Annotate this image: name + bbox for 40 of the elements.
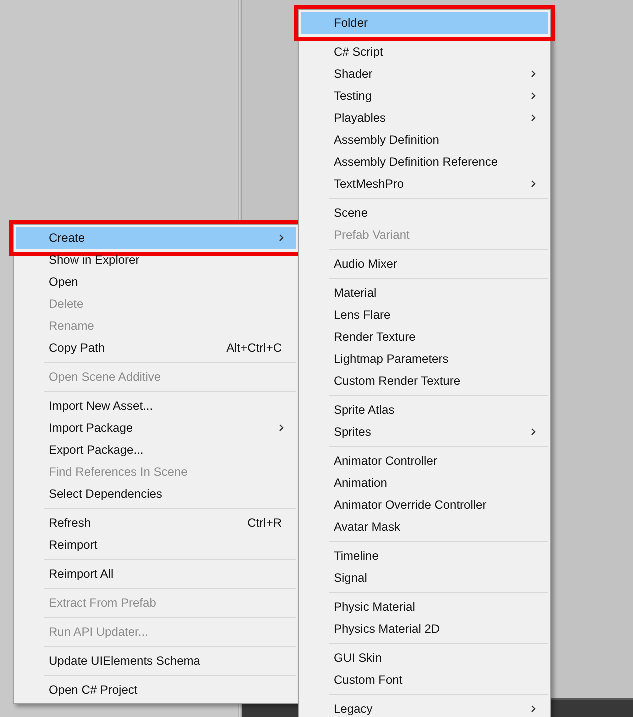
menu-item[interactable]: TextMeshPro: [301, 173, 548, 195]
menu-item[interactable]: Physics Material 2D: [301, 618, 548, 640]
menu-item[interactable]: Animation: [301, 472, 548, 494]
menu-item[interactable]: Show in Explorer: [16, 249, 296, 271]
menu-item[interactable]: Update UIElements Schema: [16, 650, 296, 672]
menu-item[interactable]: Open C# Project: [16, 679, 296, 701]
menu-item[interactable]: Assembly Definition: [301, 129, 548, 151]
menu-item[interactable]: Reimport: [16, 534, 296, 556]
menu-item[interactable]: C# Script: [301, 41, 548, 63]
menu-item[interactable]: Lens Flare: [301, 304, 548, 326]
menu-item[interactable]: Avatar Mask: [301, 516, 548, 538]
menu-item[interactable]: Custom Font: [301, 669, 548, 691]
menu-item[interactable]: Refresh Ctrl+R: [16, 512, 296, 534]
menu-item[interactable]: Assembly Definition Reference: [301, 151, 548, 173]
menu-item[interactable]: Sprites: [301, 421, 548, 443]
menu-item[interactable]: Import New Asset...: [16, 395, 296, 417]
menu-item[interactable]: GUI Skin: [301, 647, 548, 669]
menu-item[interactable]: Playables: [301, 107, 548, 129]
menu-item[interactable]: Copy Path Alt+Ctrl+C: [16, 337, 296, 359]
menu-item[interactable]: Animator Override Controller: [301, 494, 548, 516]
menu-item[interactable]: Animator Controller: [301, 450, 548, 472]
menu-item[interactable]: Physic Material: [301, 596, 548, 618]
menu-item[interactable]: Timeline: [301, 545, 548, 567]
menu-item[interactable]: Sprite Atlas: [301, 399, 548, 421]
menu-item[interactable]: Custom Render Texture: [301, 370, 548, 392]
menu-item[interactable]: Lightmap Parameters: [301, 348, 548, 370]
menu-item[interactable]: Select Dependencies: [16, 483, 296, 505]
menu-item[interactable]: Scene: [301, 202, 548, 224]
menu-item[interactable]: Folder: [301, 12, 548, 34]
menu-item[interactable]: Create: [16, 227, 296, 249]
menu-item[interactable]: Reimport All: [16, 563, 296, 585]
menu-item[interactable]: Audio Mixer: [301, 253, 548, 275]
menu-item[interactable]: Signal: [301, 567, 548, 589]
menu-item[interactable]: Import Package: [16, 417, 296, 439]
menu-item[interactable]: Shader: [301, 63, 548, 85]
menu-item[interactable]: Open: [16, 271, 296, 293]
menu-item[interactable]: Render Texture: [301, 326, 548, 348]
menu-item[interactable]: Testing: [301, 85, 548, 107]
menu-item[interactable]: Material: [301, 282, 548, 304]
menu-item[interactable]: Export Package...: [16, 439, 296, 461]
